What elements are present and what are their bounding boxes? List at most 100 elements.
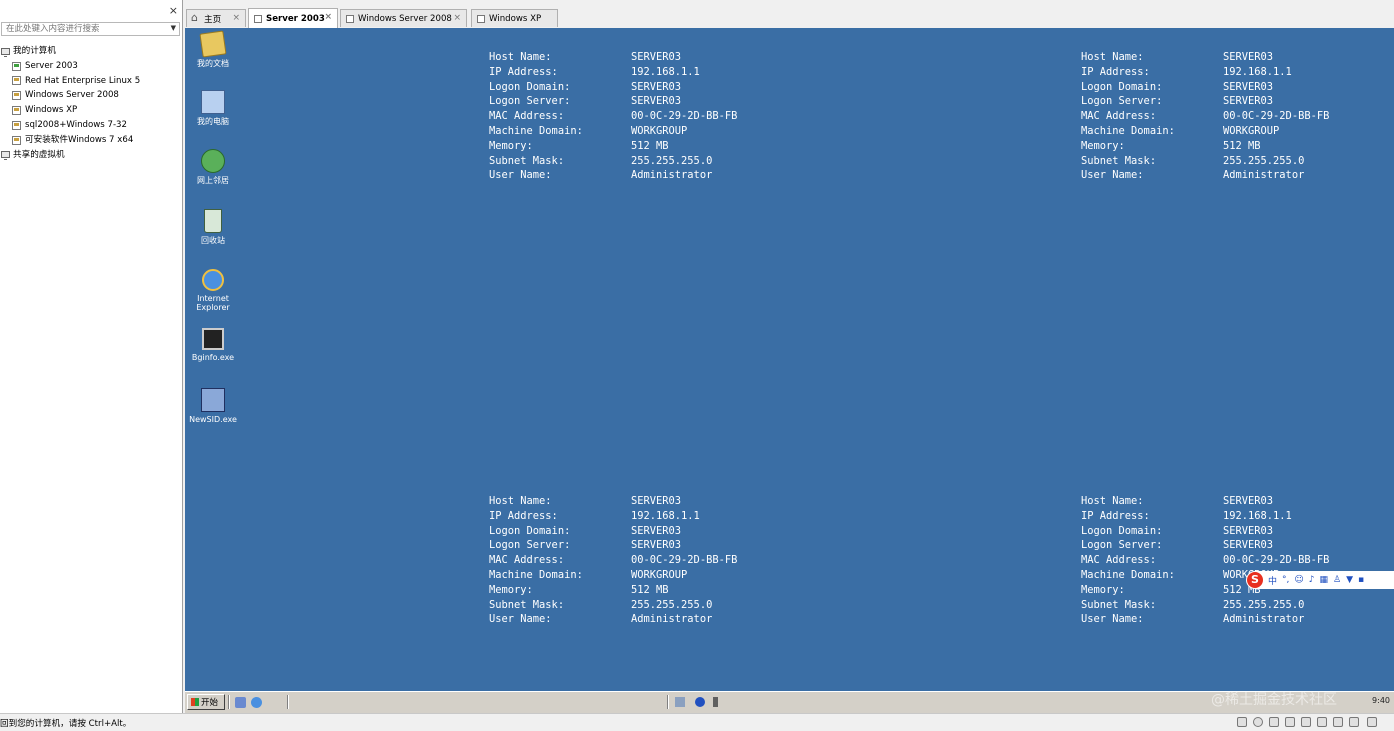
cd-dvd-icon[interactable]: [1253, 717, 1263, 727]
tree-item-vm[interactable]: Server 2003: [0, 59, 182, 74]
help-tray-icon[interactable]: [695, 697, 705, 707]
ime-toolbar[interactable]: S 中 °, ☺ ♪ ▦ ♙ ▼ ▪: [1246, 571, 1394, 589]
tree-item-vm[interactable]: Red Hat Enterprise Linux 5: [0, 74, 182, 89]
vm-tab-icon: [477, 14, 485, 23]
bginfo-value: 00-0C-29-2D-BB-FB: [631, 554, 738, 567]
bginfo-block: Host Name: SERVER03 IP Address: 192.168.1.1…: [1081, 494, 1329, 627]
bginfo-row: User Name: Administrator: [489, 168, 737, 183]
desktop-icon-my-documents[interactable]: 我的文档: [187, 30, 239, 68]
tab-label: Windows XP: [489, 13, 542, 24]
bginfo-row: MAC Address: 00-0C-29-2D-BB-FB: [1081, 553, 1329, 568]
bginfo-row: MAC Address: 00-0C-29-2D-BB-FB: [489, 553, 737, 568]
system-tray: [667, 694, 747, 710]
skin-icon[interactable]: ▼: [1346, 575, 1353, 585]
library-close-button[interactable]: ×: [169, 5, 178, 16]
quick-launch-ie-icon[interactable]: [251, 697, 262, 708]
tab-home[interactable]: 主页 ×: [186, 9, 246, 27]
start-button[interactable]: 开始: [187, 694, 225, 710]
newsid-icon: [201, 388, 225, 412]
tree-item-shared-vms[interactable]: 共享的虚拟机: [0, 148, 182, 163]
guest-desktop[interactable]: 我的文档 我的电脑 网上邻居 回收站 Internet Explorer Bgi…: [185, 28, 1394, 691]
bginfo-label: Logon Domain:: [489, 524, 571, 537]
tree-item-vm[interactable]: sql2008+Windows 7-32: [0, 118, 182, 133]
bginfo-value: WORKGROUP: [631, 124, 688, 137]
tree-item-my-computer[interactable]: 我的计算机: [0, 44, 182, 59]
display-icon[interactable]: [1349, 717, 1359, 727]
desktop-icon-recycle-bin[interactable]: 回收站: [187, 209, 239, 245]
emoji-icon[interactable]: ☺: [1294, 575, 1303, 585]
tree-item-vm[interactable]: 可安装软件Windows 7 x64: [0, 133, 182, 148]
bginfo-value: 255.255.255.0: [631, 154, 713, 167]
bginfo-label: IP Address:: [489, 509, 558, 522]
network-tray-icon[interactable]: [675, 697, 685, 707]
bginfo-value: 255.255.255.0: [1223, 154, 1305, 167]
tab-close-button[interactable]: ×: [324, 12, 332, 22]
bginfo-label: IP Address:: [1081, 65, 1150, 78]
bginfo-value: SERVER03: [631, 495, 682, 507]
bginfo-row: Memory: 512 MB: [1081, 139, 1329, 154]
toolbox-icon[interactable]: ▪: [1358, 575, 1364, 585]
library-search-box[interactable]: ▼: [1, 22, 180, 36]
message-log-icon[interactable]: [1367, 717, 1377, 727]
bginfo-value: 192.168.1.1: [1223, 509, 1292, 522]
bginfo-value: SERVER03: [1223, 539, 1274, 552]
bginfo-row: IP Address: 192.168.1.1: [1081, 509, 1329, 524]
vm-icon: [12, 135, 21, 145]
network-adapter-icon[interactable]: [1285, 717, 1295, 727]
tab-windows-xp[interactable]: Windows XP: [471, 9, 558, 27]
usb-icon[interactable]: [1301, 717, 1311, 727]
tree-item-vm[interactable]: Windows Server 2008: [0, 88, 182, 103]
keyboard-icon[interactable]: ▦: [1320, 575, 1329, 585]
bginfo-block: Host Name: SERVER03 IP Address: 192.168.1.1…: [489, 494, 737, 627]
desktop-icon-my-computer[interactable]: 我的电脑: [187, 90, 239, 126]
bginfo-row: Memory: 512 MB: [489, 139, 737, 154]
tab-close-button[interactable]: ×: [232, 13, 240, 23]
hard-disk-icon[interactable]: [1237, 717, 1247, 727]
bginfo-label: User Name:: [1081, 169, 1144, 182]
tab-close-button[interactable]: ×: [453, 13, 461, 23]
bginfo-label: Logon Domain:: [489, 80, 571, 93]
bginfo-label: MAC Address:: [489, 554, 565, 567]
tree-item-label: Red Hat Enterprise Linux 5: [25, 75, 141, 86]
microphone-icon[interactable]: ♪: [1309, 575, 1315, 585]
desktop-icon-bginfo[interactable]: Bginfo.exe: [187, 328, 239, 362]
tab-windows-server-2008[interactable]: Windows Server 2008 ×: [340, 9, 467, 27]
taskbar-clock: 9:40: [1372, 696, 1390, 705]
desktop-icon-internet-explorer[interactable]: Internet Explorer: [187, 269, 239, 312]
sogou-logo-icon[interactable]: S: [1247, 572, 1263, 588]
floppy-icon[interactable]: [1269, 717, 1279, 727]
guest-taskbar: 开始 @稀土掘金技术社区 9:40: [185, 691, 1394, 713]
desktop-icon-label: Bginfo.exe: [191, 353, 235, 362]
bginfo-value: 00-0C-29-2D-BB-FB: [1223, 110, 1330, 123]
bginfo-label: Host Name:: [489, 495, 552, 507]
chevron-down-icon[interactable]: ▼: [171, 24, 176, 32]
vm-tab-icon: [346, 14, 354, 23]
printer-icon[interactable]: [1333, 717, 1343, 727]
bginfo-value: SERVER03: [1223, 495, 1274, 507]
sound-card-icon[interactable]: [1317, 717, 1327, 727]
ime-language-toggle[interactable]: 中: [1268, 574, 1277, 587]
bginfo-label: Machine Domain:: [489, 124, 583, 137]
taskbar-separator: [228, 695, 230, 709]
bginfo-label: Subnet Mask:: [489, 598, 565, 611]
bginfo-label: Logon Server:: [489, 95, 571, 108]
bginfo-label: User Name:: [489, 613, 552, 626]
bginfo-row: Logon Server: SERVER03: [1081, 94, 1329, 109]
bginfo-label: Subnet Mask:: [489, 154, 565, 167]
computer-icon: [1, 47, 10, 57]
show-desktop-icon[interactable]: [235, 697, 246, 708]
speaker-tray-icon[interactable]: [713, 697, 718, 707]
bginfo-label: Host Name:: [489, 51, 552, 63]
library-search-input[interactable]: [2, 23, 166, 35]
desktop-icon-label: 回收站: [201, 236, 225, 245]
bginfo-value: 192.168.1.1: [631, 509, 700, 522]
network-places-icon: [201, 149, 225, 173]
desktop-icon-newsid[interactable]: NewSID.exe: [187, 388, 239, 424]
bginfo-value: 192.168.1.1: [631, 65, 700, 78]
punctuation-icon[interactable]: °,: [1282, 575, 1289, 585]
tab-server-2003[interactable]: Server 2003 ×: [248, 8, 338, 28]
user-icon[interactable]: ♙: [1333, 575, 1341, 585]
desktop-icon-network-places[interactable]: 网上邻居: [187, 149, 239, 185]
tree-item-vm[interactable]: Windows XP: [0, 103, 182, 118]
bginfo-block: Host Name: SERVER03 IP Address: 192.168.1.1…: [1081, 50, 1329, 183]
